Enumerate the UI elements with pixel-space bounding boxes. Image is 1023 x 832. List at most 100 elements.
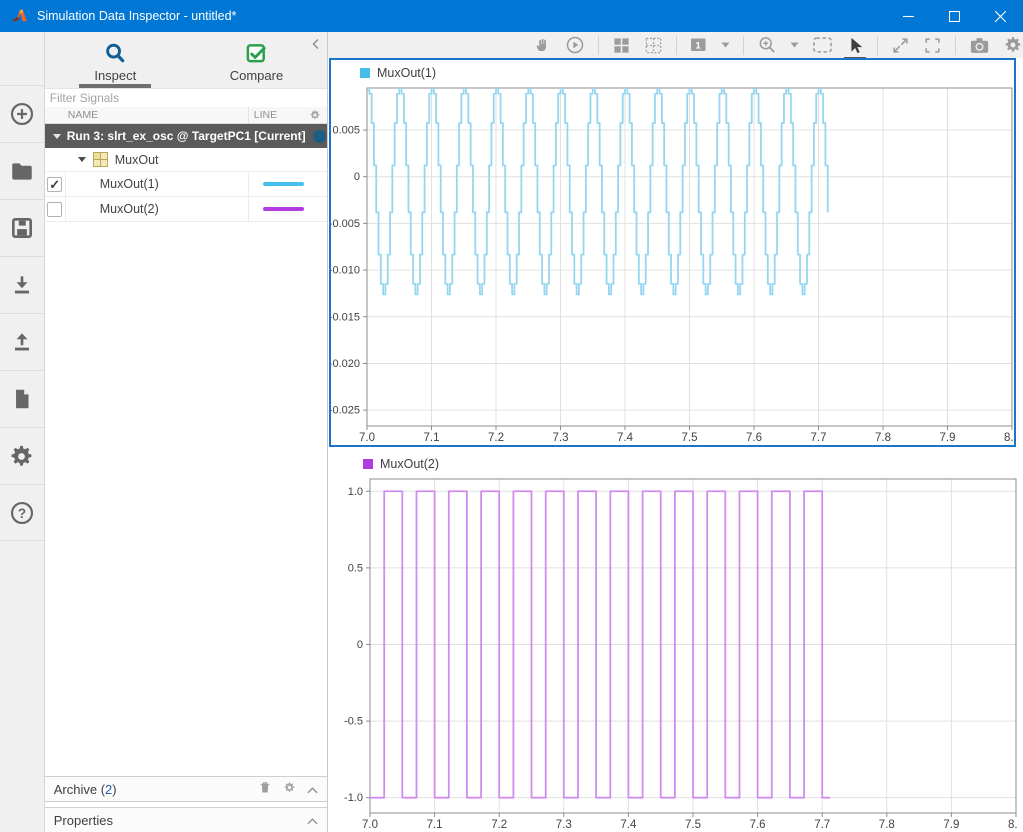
signal-group-row[interactable]: MuxOut — [45, 148, 327, 172]
svg-text:7.2: 7.2 — [491, 819, 507, 831]
svg-text:1: 1 — [696, 41, 702, 52]
close-button[interactable] — [977, 0, 1023, 32]
svg-text:7.4: 7.4 — [617, 432, 634, 444]
layout-grid-button[interactable] — [612, 36, 631, 55]
document-icon — [9, 386, 35, 412]
tab-compare[interactable]: Compare — [186, 32, 327, 88]
chart-legend: MuxOut(2) — [334, 451, 1018, 477]
signal-row-muxout1: MuxOut(1) — [45, 172, 327, 197]
signal-line-swatch[interactable] — [263, 182, 304, 186]
svg-text:7.2: 7.2 — [488, 432, 504, 444]
archive-collapse-chevron-icon[interactable] — [307, 782, 318, 797]
archive-section-header[interactable]: Archive (2) — [45, 776, 327, 802]
signal-name[interactable]: MuxOut(2) — [66, 202, 248, 216]
archive-trash-icon[interactable] — [258, 780, 272, 798]
help-button[interactable]: ? — [0, 484, 44, 541]
charts-canvas: MuxOut(1) 7.07.17.27.37.47.57.67.77.87.9… — [328, 58, 1023, 832]
filter-signals-row — [45, 89, 327, 107]
properties-section-header[interactable]: Properties — [45, 807, 327, 832]
view-count-button[interactable]: 1 — [690, 37, 708, 53]
svg-text:0: 0 — [354, 171, 360, 183]
svg-text:7.6: 7.6 — [750, 819, 766, 831]
preferences-button[interactable] — [0, 427, 44, 484]
chart-muxout1[interactable]: MuxOut(1) 7.07.17.27.37.47.57.67.77.87.9… — [329, 58, 1016, 447]
pan-hand-icon — [533, 36, 552, 55]
view-count-dropdown[interactable] — [721, 42, 730, 48]
report-button[interactable] — [0, 370, 44, 427]
matlab-logo-icon — [11, 8, 28, 25]
zoom-in-button[interactable] — [757, 35, 777, 55]
legend-swatch — [360, 68, 370, 78]
svg-text:7.8: 7.8 — [879, 819, 895, 831]
expand-button[interactable] — [891, 36, 910, 55]
properties-collapse-chevron-icon[interactable] — [307, 813, 318, 828]
minimize-icon — [903, 11, 914, 22]
plot-area-muxout1[interactable]: 7.07.17.27.37.47.57.67.77.87.98.00.0050-… — [331, 86, 1014, 445]
toolbar-separator — [743, 36, 744, 55]
signal-line-swatch[interactable] — [263, 207, 304, 211]
export-button[interactable] — [0, 313, 44, 370]
select-cursor-icon — [846, 36, 864, 55]
open-button[interactable] — [0, 142, 44, 199]
legend-label: MuxOut(1) — [377, 66, 436, 80]
tab-compare-label: Compare — [230, 68, 283, 83]
export-arrow-icon — [9, 329, 35, 355]
group-expander-caret-icon[interactable] — [78, 157, 86, 162]
fit-to-view-button[interactable] — [812, 36, 833, 54]
archive-gear-icon[interactable] — [283, 781, 296, 797]
svg-text:7.8: 7.8 — [875, 432, 891, 444]
save-button[interactable] — [0, 199, 44, 256]
chart-muxout2[interactable]: MuxOut(2) 7.07.17.27.37.47.57.67.77.87.9… — [334, 451, 1018, 832]
toolbar-separator — [598, 36, 599, 55]
snapshot-button[interactable] — [969, 36, 990, 55]
import-arrow-icon — [9, 272, 35, 298]
titlebar: Simulation Data Inspector - untitled* — [0, 0, 1023, 32]
signal-checkbox-muxout2[interactable] — [47, 202, 62, 217]
svg-text:7.1: 7.1 — [427, 819, 443, 831]
maximize-button[interactable] — [931, 0, 977, 32]
run-expander-caret-icon[interactable] — [53, 134, 61, 139]
svg-text:8.0: 8.0 — [1008, 819, 1018, 831]
mux-signal-icon — [93, 152, 108, 167]
signal-name[interactable]: MuxOut(1) — [66, 177, 248, 191]
svg-text:7.4: 7.4 — [620, 819, 637, 831]
open-folder-icon — [9, 158, 35, 184]
replay-button[interactable] — [565, 35, 585, 55]
zoom-dropdown[interactable] — [790, 42, 799, 48]
simulation-data-inspector-window: Simulation Data Inspector - untitled* — [0, 0, 1023, 832]
layout-grid-icon — [612, 36, 631, 55]
caret-down-icon — [790, 42, 799, 48]
select-cursor-button[interactable] — [846, 36, 864, 55]
subplot-grid-button[interactable] — [644, 36, 663, 55]
run-row[interactable]: Run 3: slrt_ex_osc @ TargetPC1 [Current] — [45, 124, 327, 148]
active-tab-indicator — [79, 84, 151, 88]
svg-text:8.0: 8.0 — [1004, 432, 1014, 444]
fullscreen-button[interactable] — [923, 36, 942, 55]
chart-settings-button[interactable] — [1003, 35, 1023, 55]
archive-label: Archive (2) — [54, 782, 117, 797]
svg-text:-1.0: -1.0 — [344, 792, 363, 804]
svg-text:7.7: 7.7 — [814, 819, 830, 831]
column-settings-gear-icon[interactable] — [309, 109, 321, 124]
caret-down-icon — [721, 42, 730, 48]
filter-signals-input[interactable] — [45, 90, 327, 107]
svg-text:7.6: 7.6 — [746, 432, 762, 444]
column-header-name: NAME — [66, 109, 248, 121]
svg-text:7.9: 7.9 — [943, 819, 959, 831]
chart-toolbar: 1 — [328, 32, 1023, 58]
signal-checkbox-muxout1[interactable] — [47, 177, 62, 192]
svg-text:7.7: 7.7 — [811, 432, 827, 444]
svg-text:0.5: 0.5 — [348, 562, 363, 574]
svg-text:-0.025: -0.025 — [331, 405, 360, 417]
compare-check-icon — [245, 42, 268, 65]
new-button[interactable] — [0, 85, 44, 142]
tab-inspect[interactable]: Inspect — [45, 32, 186, 88]
svg-text:-0.005: -0.005 — [331, 218, 360, 230]
help-icon: ? — [9, 500, 35, 526]
collapse-panel-button[interactable] — [311, 37, 320, 55]
pan-hand-button[interactable] — [533, 36, 552, 55]
import-button[interactable] — [0, 256, 44, 313]
add-circle-icon — [9, 101, 35, 127]
minimize-button[interactable] — [885, 0, 931, 32]
plot-area-muxout2[interactable]: 7.07.17.27.37.47.57.67.77.87.98.01.00.50… — [334, 477, 1018, 832]
